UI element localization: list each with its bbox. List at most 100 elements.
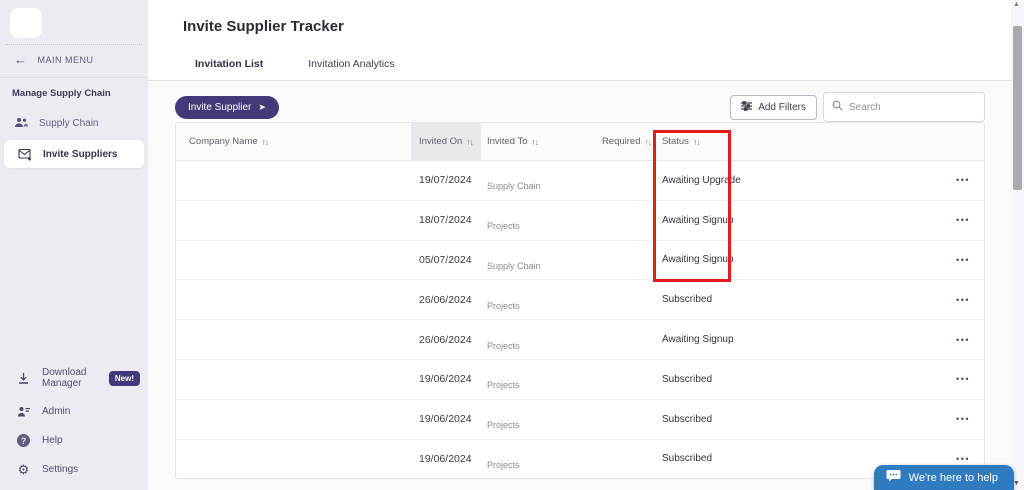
envelope-plus-icon (18, 148, 33, 161)
gear-icon: ⚙ (17, 462, 30, 477)
search-icon (832, 98, 843, 116)
table-row[interactable]: 19/06/2024 Projects Subscribed ••• (176, 399, 984, 440)
sidebar-item-admin[interactable]: Admin (0, 397, 148, 426)
sidebar-item-help[interactable]: ? Help (0, 426, 148, 455)
row-actions-menu[interactable]: ••• (956, 454, 970, 464)
table-header-row: Company Name ↑↓ Invited On ↑↓ Invited To… (176, 123, 984, 161)
toolbar: Invite Supplier ➤ Add Filters (175, 92, 985, 122)
invite-supplier-label: Invite Supplier (188, 101, 252, 113)
row-actions-menu[interactable]: ••• (956, 255, 970, 265)
app-logo (10, 8, 42, 38)
table-row[interactable]: 26/06/2024 Projects Awaiting Signup ••• (176, 320, 984, 360)
column-header-invited-to[interactable]: Invited To ↑↓ (481, 123, 601, 160)
invited-on-cell: 26/06/2024 (419, 293, 472, 306)
column-header-invited-on[interactable]: Invited On ↑↓ (411, 123, 481, 160)
invited-on-cell: 19/06/2024 (419, 373, 472, 386)
invited-to-cell: Projects (487, 300, 520, 311)
row-actions-menu[interactable]: ••• (956, 175, 970, 185)
invite-supplier-button[interactable]: Invite Supplier ➤ (175, 95, 279, 119)
table-row[interactable]: 18/07/2024 Projects Awaiting Signup ••• (176, 200, 984, 241)
sort-icon[interactable]: ↑↓ (466, 137, 473, 147)
status-cell: Subscribed (662, 413, 713, 425)
invited-to-cell: Supply Chain (487, 181, 541, 192)
required-cell (601, 440, 651, 478)
table-row[interactable]: 19/07/2024 Supply Chain Awaiting Upgrade… (176, 161, 984, 201)
search-input[interactable] (849, 101, 969, 113)
table-row[interactable]: 26/06/2024 Projects Subscribed ••• (176, 280, 984, 321)
sidebar-section-label: Manage Supply Chain (12, 88, 111, 99)
app-window: ← MAIN MENU Manage Supply Chain Supply C… (0, 0, 1024, 490)
sidebar-item-invite-suppliers[interactable]: Invite Suppliers (4, 140, 144, 168)
filter-sliders-icon (741, 100, 753, 114)
sort-icon[interactable]: ↑↓ (532, 137, 539, 147)
sort-icon[interactable]: ↑↓ (262, 137, 269, 147)
required-cell (601, 320, 651, 359)
table-row[interactable]: 19/06/2024 Projects Subscribed ••• (176, 439, 984, 478)
sidebar-item-supply-chain[interactable]: Supply Chain (0, 110, 148, 136)
search-box (823, 92, 985, 122)
company-name-cell (176, 161, 411, 200)
scroll-down-arrow-icon[interactable]: ▼ (1013, 480, 1020, 487)
divider (0, 77, 148, 78)
chat-help-widget[interactable]: We're here to help (873, 465, 1014, 490)
company-name-cell (176, 201, 411, 240)
invited-to-cell: Supply Chain (487, 260, 541, 271)
table-body: 19/07/2024 Supply Chain Awaiting Upgrade… (176, 161, 984, 478)
invited-on-cell: 05/07/2024 (419, 253, 472, 266)
divider (6, 44, 142, 45)
chat-bubble-icon (886, 469, 901, 487)
invited-to-cell: Projects (487, 340, 520, 351)
users-icon (14, 117, 29, 130)
column-header-company-name[interactable]: Company Name ↑↓ (176, 123, 411, 160)
main-menu-label: MAIN MENU (37, 54, 94, 65)
column-header-status[interactable]: Status ↑↓ (656, 123, 786, 160)
status-cell: Awaiting Signup (662, 254, 734, 266)
sidebar-item-label: Invite Suppliers (43, 148, 118, 160)
row-actions-menu[interactable]: ••• (956, 295, 970, 305)
invited-to-cell: Projects (487, 459, 520, 470)
new-badge: New! (108, 370, 140, 386)
row-actions-menu[interactable]: ••• (956, 215, 970, 225)
download-icon (16, 372, 31, 385)
status-cell: Subscribed (662, 294, 713, 306)
invited-on-cell: 26/06/2024 (419, 333, 472, 346)
column-header-actions (786, 123, 984, 160)
scroll-up-arrow-icon[interactable]: ▲ (1013, 1, 1020, 8)
back-arrow-icon: ← (14, 52, 28, 67)
company-name-cell (176, 241, 411, 280)
sidebar-item-label: Download Manager (42, 367, 87, 389)
sidebar-item-download-manager[interactable]: Download Manager New! (0, 359, 148, 397)
scrollbar-thumb[interactable] (1013, 26, 1022, 190)
sidebar-bottom-group: Download Manager New! Admin ? Help ⚙ Set… (0, 359, 148, 484)
vertical-scrollbar[interactable]: ▲ ▼ (1011, 0, 1024, 490)
main-area: Invite Supplier Tracker Invitation List … (148, 0, 1024, 490)
sidebar-item-label: Supply Chain (39, 117, 99, 129)
table-row[interactable]: 19/06/2024 Projects Subscribed ••• (176, 359, 984, 400)
sidebar-item-settings[interactable]: ⚙ Settings (0, 455, 148, 484)
row-actions-menu[interactable]: ••• (956, 335, 970, 345)
back-to-main-menu[interactable]: ← MAIN MENU (14, 52, 94, 67)
sort-icon[interactable]: ↑↓ (693, 137, 700, 147)
status-cell: Subscribed (662, 453, 713, 465)
company-name-cell (176, 400, 411, 439)
required-cell (601, 400, 651, 439)
column-header-required[interactable]: Required ↑↓ (601, 123, 652, 160)
invited-to-cell: Projects (487, 420, 520, 431)
add-filters-button[interactable]: Add Filters (730, 94, 817, 120)
status-cell: Awaiting Signup (662, 214, 734, 226)
arrow-right-icon: ➤ (258, 101, 266, 112)
company-name-cell (176, 280, 411, 319)
row-actions-menu[interactable]: ••• (956, 374, 970, 384)
sort-icon[interactable]: ↑↓ (645, 137, 652, 147)
sidebar-item-label: Help (42, 435, 63, 446)
add-filters-label: Add Filters (758, 101, 806, 113)
invite-tracker-table: Company Name ↑↓ Invited On ↑↓ Invited To… (175, 122, 985, 479)
row-actions-menu[interactable]: ••• (956, 414, 970, 424)
status-cell: Awaiting Upgrade (662, 174, 741, 186)
table-row[interactable]: 05/07/2024 Supply Chain Awaiting Signup … (176, 240, 984, 281)
company-name-cell (176, 440, 411, 478)
required-cell (601, 241, 651, 280)
invited-on-cell: 19/06/2024 (419, 413, 472, 426)
sidebar-item-label: Settings (42, 464, 79, 475)
invited-on-cell: 18/07/2024 (419, 214, 472, 227)
